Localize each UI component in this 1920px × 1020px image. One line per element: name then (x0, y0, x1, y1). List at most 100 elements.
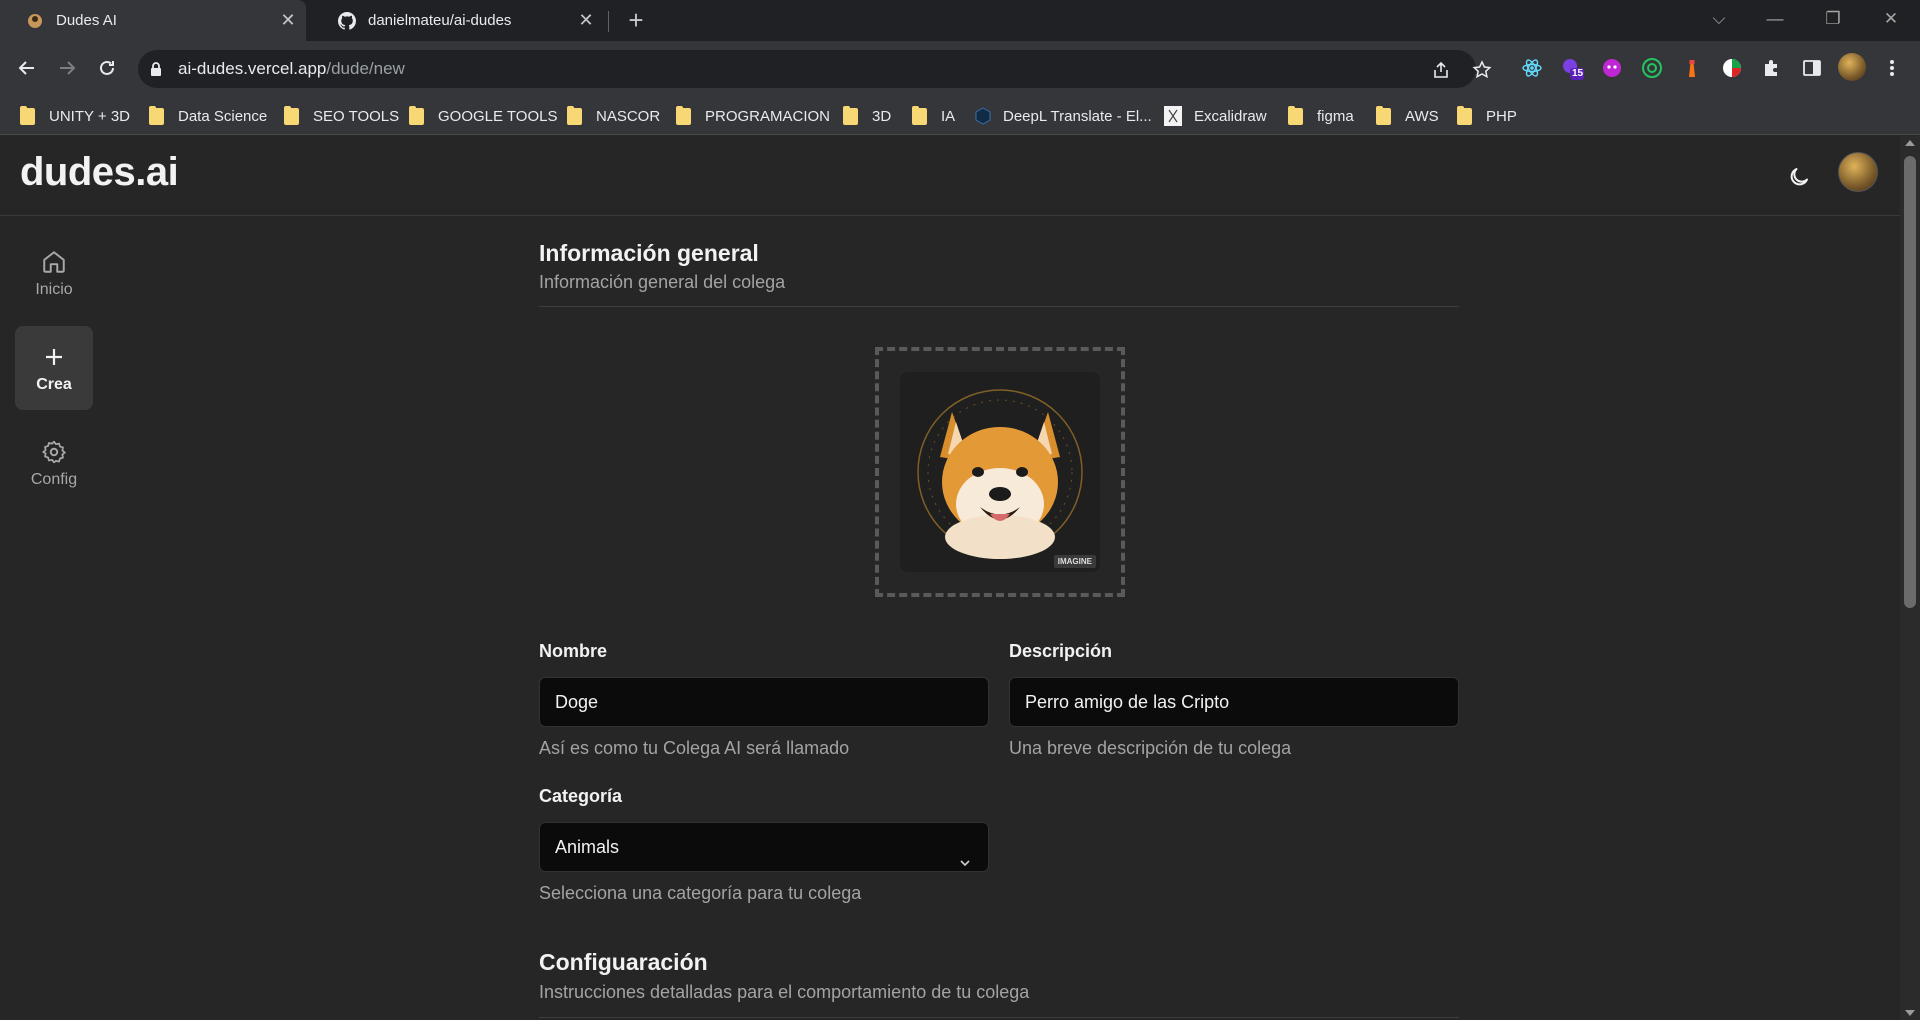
green-target-icon[interactable] (1640, 56, 1664, 80)
sidebar-item-config[interactable]: Config (15, 421, 93, 505)
browser-tabstrip: Dudes AI ✕ danielmateu/ai-dudes ✕ + ⌵ — … (0, 0, 1920, 41)
name-field[interactable]: Doge (539, 677, 989, 727)
bookmark-ia[interactable]: IA (912, 97, 955, 135)
sidebar-item-label: Config (30, 471, 78, 488)
moon-icon[interactable] (1784, 162, 1814, 192)
url-path: /dude/new (326, 59, 405, 78)
lock-icon[interactable] (150, 61, 162, 82)
bookmark-label: Excalidraw (1194, 107, 1267, 125)
forward-icon[interactable] (52, 53, 82, 83)
tab-title: Dudes AI (56, 12, 117, 29)
scroll-down-arrow-icon[interactable] (1905, 1010, 1915, 1016)
folder-icon (149, 105, 164, 125)
minimize-icon[interactable]: — (1752, 0, 1798, 41)
bookmark-seo-tools[interactable]: SEO TOOLS (284, 97, 399, 135)
bookmark-label: Data Science (178, 107, 268, 125)
close-tab-icon[interactable]: ✕ (274, 10, 302, 31)
bookmark-nascor[interactable]: NASCOR (567, 97, 660, 135)
bookmark-figma[interactable]: figma (1288, 97, 1354, 135)
address-bar[interactable]: ai-dudes.vercel.app/dude/new (138, 50, 1492, 88)
dude-form: Información general Información general … (539, 217, 1459, 1020)
bookmark-label: AWS (1405, 107, 1439, 125)
bookmark-label: UNITY + 3D (49, 107, 130, 125)
react-devtools-icon[interactable] (1520, 56, 1544, 80)
bookmark-google-tools[interactable]: GOOGLE TOOLS (409, 97, 558, 135)
description-hint: Una breve descripción de tu colega (1009, 738, 1292, 758)
side-panel-icon[interactable] (1800, 56, 1824, 80)
extension-badge-icon[interactable]: 15 (1560, 56, 1584, 80)
description-field[interactable]: Perro amigo de las Cripto (1009, 677, 1459, 727)
section-subtitle-config: Instrucciones detalladas para el comport… (539, 982, 1030, 1002)
category-select[interactable]: Animals (539, 822, 989, 872)
tab-search-icon[interactable]: ⌵ (1696, 0, 1742, 41)
bookmark-php[interactable]: PHP (1457, 97, 1517, 135)
puzzle-extensions-icon[interactable] (1760, 56, 1784, 80)
bookmark-unity[interactable]: UNITY + 3D (20, 97, 130, 135)
window-close-icon[interactable]: ✕ (1868, 0, 1914, 41)
bookmark-label: NASCOR (596, 107, 661, 125)
bookmark-aws[interactable]: AWS (1376, 97, 1439, 135)
logo[interactable]: dudes.ai (20, 150, 179, 195)
restore-icon[interactable]: ❐ (1810, 0, 1856, 41)
page-scrollbar[interactable] (1900, 136, 1920, 1020)
reload-icon[interactable] (92, 53, 122, 83)
bookmark-data-science[interactable]: Data Science (149, 97, 267, 135)
scroll-up-arrow-icon[interactable] (1905, 140, 1915, 146)
back-icon[interactable] (12, 53, 42, 83)
bookmark-label: GOOGLE TOOLS (438, 107, 558, 125)
bookmark-star-icon[interactable] (1472, 60, 1492, 80)
app-header: dudes.ai (0, 136, 1900, 216)
chevron-down-icon (958, 840, 972, 888)
new-tab-button[interactable]: + (622, 5, 650, 35)
sidebar-item-label: Crea (36, 376, 72, 393)
share-icon[interactable] (1431, 60, 1451, 80)
tab-dudes-ai[interactable]: Dudes AI ✕ (0, 0, 306, 41)
lighthouse-icon[interactable] (1680, 56, 1704, 80)
extension-badge-count: 15 (1572, 68, 1584, 79)
colorful-extension-icon[interactable] (1720, 56, 1744, 80)
bookmark-excalidraw[interactable]: Excalidraw (1164, 97, 1267, 135)
bookmark-programacion[interactable]: PROGRAMACION (676, 97, 830, 135)
bookmark-label: PROGRAMACION (705, 107, 831, 125)
description-label: Descripción (1009, 641, 1113, 661)
deepl-icon (975, 107, 991, 125)
dude-avatar-image: IMAGINE (900, 372, 1100, 572)
sidebar-item-inicio[interactable]: Inicio (15, 231, 93, 315)
excalidraw-icon (1164, 106, 1182, 126)
section-subtitle-general: Información general del colega (539, 272, 786, 292)
bookmark-label: figma (1317, 107, 1354, 125)
url-text: ai-dudes.vercel.app/dude/new (178, 50, 405, 88)
folder-icon (20, 105, 35, 125)
gear-icon (41, 437, 67, 467)
pink-extension-icon[interactable] (1600, 56, 1624, 80)
bookmark-label: SEO TOOLS (313, 107, 400, 125)
sidebar-item-crea[interactable]: Crea (15, 326, 93, 410)
tab-github[interactable]: danielmateu/ai-dudes ✕ (312, 0, 604, 41)
folder-icon (1376, 105, 1391, 125)
url-host: ai-dudes.vercel.app (178, 59, 327, 78)
scrollbar-thumb[interactable] (1904, 156, 1916, 608)
imagine-watermark: IMAGINE (1053, 555, 1096, 568)
sidebar-item-label: Inicio (35, 281, 73, 298)
name-hint: Así es como tu Colega AI será llamado (539, 738, 850, 758)
tab-separator (608, 11, 609, 32)
section-title-config: Configuaración (539, 949, 708, 975)
profile-avatar-icon[interactable] (1838, 53, 1866, 81)
bookmark-deepl[interactable]: DeepL Translate - El... (975, 97, 1152, 135)
bookmark-label: 3D (872, 107, 892, 125)
folder-icon (1288, 105, 1303, 125)
bookmarks-bar: UNITY + 3D Data Science SEO TOOLS GOOGLE… (0, 97, 1920, 135)
user-avatar[interactable] (1838, 152, 1878, 192)
plus-icon (42, 342, 66, 372)
folder-icon (843, 105, 858, 125)
image-upload[interactable]: IMAGINE (875, 347, 1125, 597)
menu-kebab-icon[interactable] (1880, 56, 1904, 80)
section-divider (539, 1017, 1459, 1018)
bookmark-3d[interactable]: 3D (843, 97, 891, 135)
close-tab-icon[interactable]: ✕ (572, 10, 600, 31)
name-label: Nombre (539, 641, 608, 661)
dudes-favicon-icon (26, 12, 44, 30)
home-icon (41, 247, 67, 277)
bookmark-label: PHP (1486, 107, 1517, 125)
folder-icon (1457, 105, 1472, 125)
